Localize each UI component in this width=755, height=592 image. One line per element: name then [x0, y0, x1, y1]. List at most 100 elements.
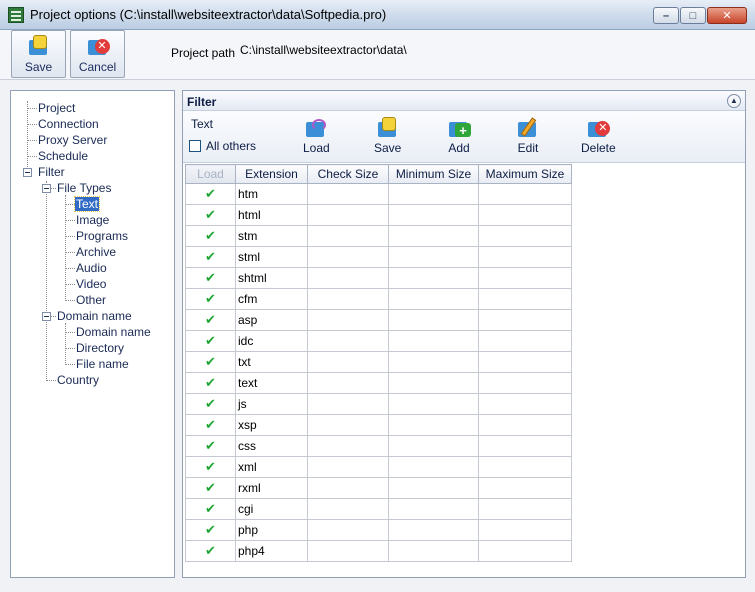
tree-item-schedule[interactable]: Schedule [38, 149, 88, 163]
column-header-load[interactable]: Load [185, 164, 236, 184]
load-check-icon[interactable]: ✔ [185, 393, 236, 415]
project-path-field[interactable]: C:\install\websiteextractor\data\ [236, 40, 744, 60]
extension-cell[interactable]: stm [235, 225, 308, 247]
tree-item-country[interactable]: Country [57, 373, 99, 387]
column-header-maximum-size[interactable]: Maximum Size [478, 164, 572, 184]
minimum-size-cell[interactable] [388, 351, 479, 373]
check-size-cell[interactable] [307, 309, 389, 331]
extension-cell[interactable]: txt [235, 351, 308, 373]
minimum-size-cell[interactable] [388, 414, 479, 436]
tree-item-video[interactable]: Video [76, 277, 106, 291]
table-row[interactable]: ✔ cgi [185, 498, 572, 520]
extension-cell[interactable]: rxml [235, 477, 308, 499]
maximum-size-cell[interactable] [478, 498, 572, 520]
load-check-icon[interactable]: ✔ [185, 246, 236, 268]
maximum-size-cell[interactable] [478, 330, 572, 352]
table-row[interactable]: ✔ idc [185, 330, 572, 352]
check-size-cell[interactable] [307, 393, 389, 415]
load-check-icon[interactable]: ✔ [185, 330, 236, 352]
maximum-size-cell[interactable] [478, 456, 572, 478]
load-check-icon[interactable]: ✔ [185, 225, 236, 247]
minimum-size-cell[interactable] [388, 225, 479, 247]
table-row[interactable]: ✔ text [185, 372, 572, 394]
maximum-size-cell[interactable] [478, 477, 572, 499]
tree-item-image[interactable]: Image [76, 213, 109, 227]
minimum-size-cell[interactable] [388, 498, 479, 520]
minimum-size-cell[interactable] [388, 309, 479, 331]
minimize-button[interactable]: – [653, 7, 679, 24]
tree-item-domain-name[interactable]: Domain name [57, 309, 132, 323]
table-row[interactable]: ✔ xml [185, 456, 572, 478]
tree-item-domain-name-child[interactable]: Domain name [76, 325, 151, 339]
maximum-size-cell[interactable] [478, 267, 572, 289]
file-types-expander[interactable] [42, 184, 51, 193]
check-size-cell[interactable] [307, 477, 389, 499]
title-bar[interactable]: Project options (C:\install\websiteextra… [0, 0, 755, 30]
extension-cell[interactable]: stml [235, 246, 308, 268]
load-check-icon[interactable]: ✔ [185, 267, 236, 289]
check-size-cell[interactable] [307, 498, 389, 520]
domain-name-expander[interactable] [42, 312, 51, 321]
extension-cell[interactable]: cfm [235, 288, 308, 310]
check-size-cell[interactable] [307, 456, 389, 478]
maximum-size-cell[interactable] [478, 225, 572, 247]
check-size-cell[interactable] [307, 183, 389, 205]
edit-button[interactable]: Edit [516, 117, 540, 155]
table-row[interactable]: ✔ cfm [185, 288, 572, 310]
check-size-cell[interactable] [307, 330, 389, 352]
tree-item-filter[interactable]: Filter [38, 165, 65, 179]
tree-item-programs[interactable]: Programs [76, 229, 128, 243]
minimum-size-cell[interactable] [388, 435, 479, 457]
column-header-minimum-size[interactable]: Minimum Size [388, 164, 479, 184]
maximum-size-cell[interactable] [478, 246, 572, 268]
table-row[interactable]: ✔ php [185, 519, 572, 541]
extension-cell[interactable]: xsp [235, 414, 308, 436]
load-check-icon[interactable]: ✔ [185, 288, 236, 310]
delete-button[interactable]: ✕ Delete [581, 117, 616, 155]
extension-cell[interactable]: js [235, 393, 308, 415]
minimum-size-cell[interactable] [388, 267, 479, 289]
extension-cell[interactable]: idc [235, 330, 308, 352]
tree-item-file-name[interactable]: File name [76, 357, 129, 371]
minimum-size-cell[interactable] [388, 204, 479, 226]
maximum-size-cell[interactable] [478, 183, 572, 205]
maximum-size-cell[interactable] [478, 414, 572, 436]
minimum-size-cell[interactable] [388, 456, 479, 478]
tree-item-directory[interactable]: Directory [76, 341, 124, 355]
maximum-size-cell[interactable] [478, 204, 572, 226]
maximum-size-cell[interactable] [478, 351, 572, 373]
load-check-icon[interactable]: ✔ [185, 540, 236, 562]
tree-item-other[interactable]: Other [76, 293, 106, 307]
maximum-size-cell[interactable] [478, 435, 572, 457]
load-check-icon[interactable]: ✔ [185, 435, 236, 457]
extension-cell[interactable]: css [235, 435, 308, 457]
table-row[interactable]: ✔ shtml [185, 267, 572, 289]
table-row[interactable]: ✔ php4 [185, 540, 572, 562]
maximum-size-cell[interactable] [478, 309, 572, 331]
add-button[interactable]: + Add [447, 117, 471, 155]
extension-cell[interactable]: php [235, 519, 308, 541]
maximum-size-cell[interactable] [478, 372, 572, 394]
options-tree[interactable]: Project Connection Proxy Server Schedule… [10, 90, 175, 578]
check-size-cell[interactable] [307, 351, 389, 373]
table-row[interactable]: ✔ css [185, 435, 572, 457]
extension-cell[interactable]: html [235, 204, 308, 226]
all-others-row[interactable]: All others [189, 139, 256, 153]
tree-item-archive[interactable]: Archive [76, 245, 116, 259]
extension-cell[interactable]: text [235, 372, 308, 394]
load-check-icon[interactable]: ✔ [185, 414, 236, 436]
table-row[interactable]: ✔ stm [185, 225, 572, 247]
maximum-size-cell[interactable] [478, 288, 572, 310]
load-check-icon[interactable]: ✔ [185, 309, 236, 331]
filter-save-button[interactable]: Save [374, 117, 401, 155]
extension-cell[interactable]: asp [235, 309, 308, 331]
tree-item-project[interactable]: Project [38, 101, 75, 115]
extension-cell[interactable]: htm [235, 183, 308, 205]
minimum-size-cell[interactable] [388, 540, 479, 562]
collapse-button[interactable]: ▲ [727, 94, 741, 108]
extension-cell[interactable]: shtml [235, 267, 308, 289]
table-row[interactable]: ✔ rxml [185, 477, 572, 499]
extension-cell[interactable]: xml [235, 456, 308, 478]
minimum-size-cell[interactable] [388, 477, 479, 499]
load-check-icon[interactable]: ✔ [185, 477, 236, 499]
